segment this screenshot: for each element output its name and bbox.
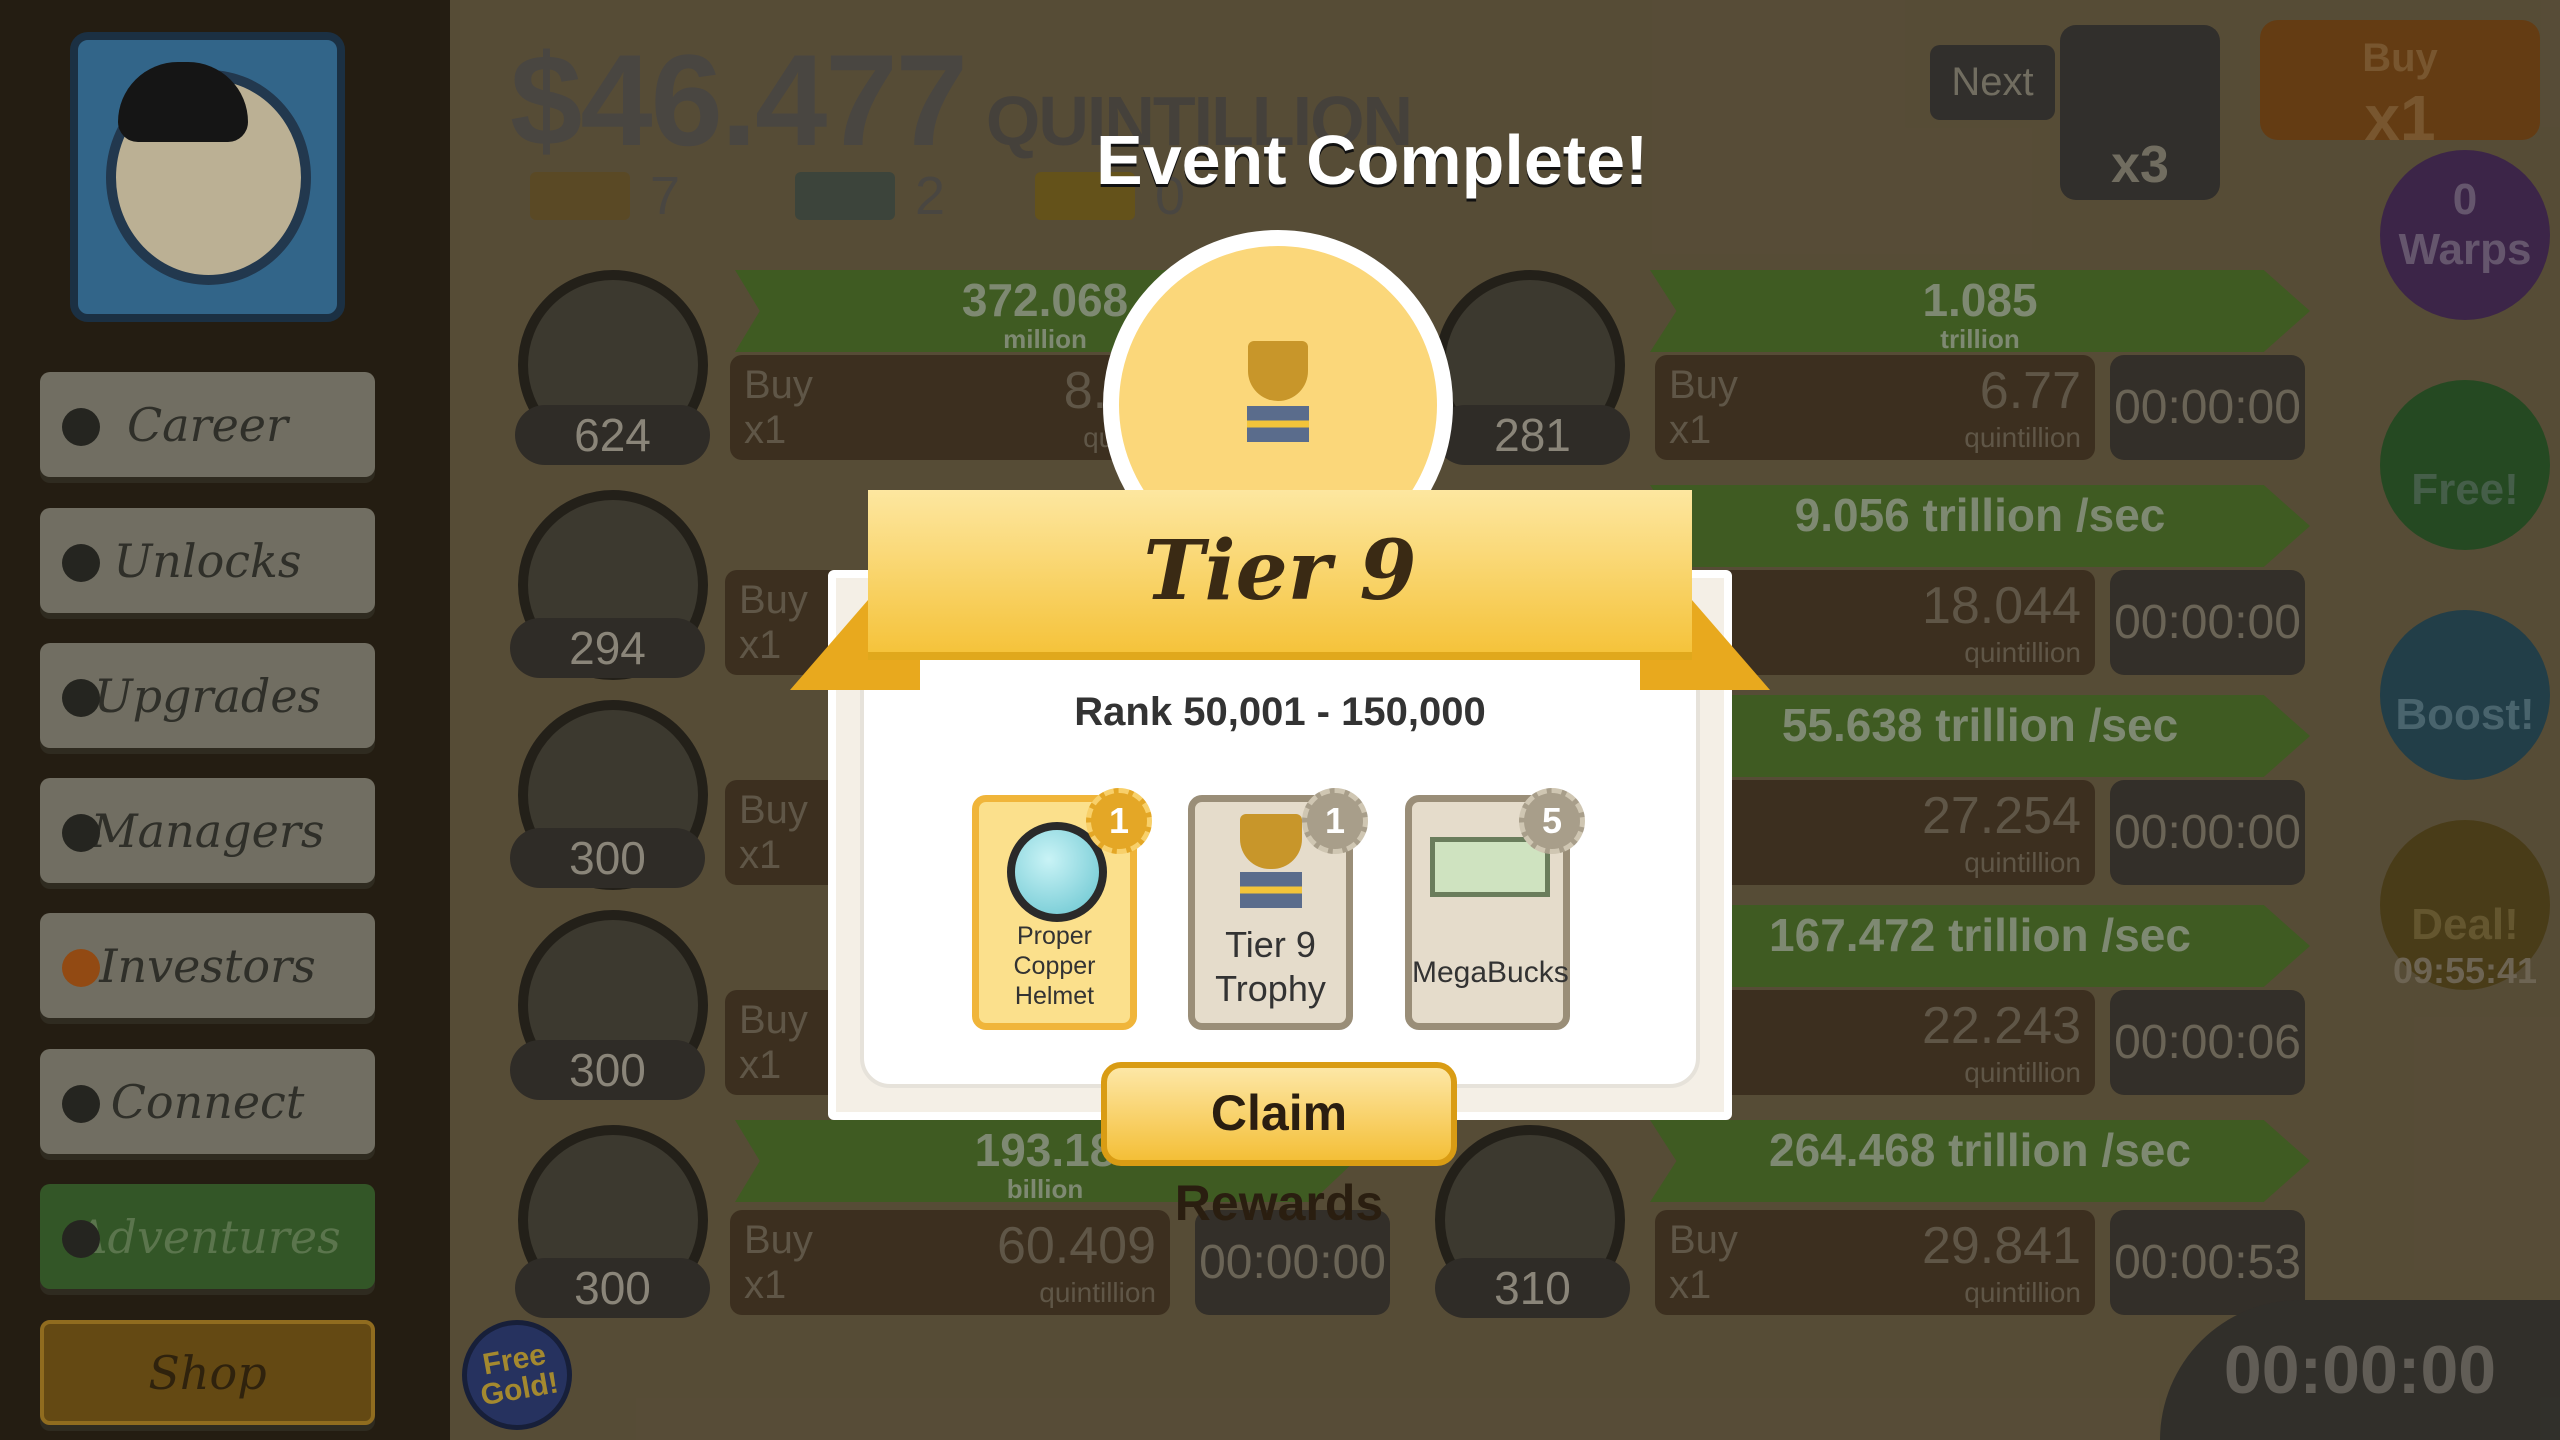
reward-quantity-badge: 1 (1086, 788, 1152, 854)
reward-card[interactable]: 1 Tier 9 Trophy (1188, 788, 1368, 1030)
reward-label: Proper Copper Helmet (979, 921, 1130, 1011)
modal-title: Event Complete! (1096, 121, 1649, 199)
trophy-icon (1248, 341, 1308, 401)
reward-quantity-badge: 5 (1519, 788, 1585, 854)
reward-label-line: Trophy (1215, 968, 1326, 1009)
tier-banner: Tier 9 (868, 490, 1692, 660)
reward-label: Tier 9 Trophy (1195, 923, 1346, 1011)
rank-range: Rank 50,001 - 150,000 (1074, 690, 1486, 734)
trophy-base-icon (1247, 406, 1309, 442)
reward-label-line: Proper (1016, 922, 1093, 950)
trophy-icon (1240, 814, 1302, 869)
reward-card[interactable]: 1 Proper Copper Helmet (972, 788, 1152, 1030)
reward-label: MegaBucks (1412, 956, 1569, 989)
trophy-base-icon (1240, 872, 1302, 908)
reward-quantity-badge: 1 (1302, 788, 1368, 854)
reward-label-line: Tier 9 (1225, 924, 1316, 965)
reward-label-line: Helmet (1014, 982, 1095, 1010)
claim-rewards-button[interactable]: Claim Rewards (1101, 1062, 1457, 1231)
reward-card[interactable]: 5 MegaBucks (1405, 788, 1585, 1030)
reward-label-line: Copper (1013, 952, 1096, 980)
reward-label-line: MegaBucks (1412, 956, 1569, 989)
